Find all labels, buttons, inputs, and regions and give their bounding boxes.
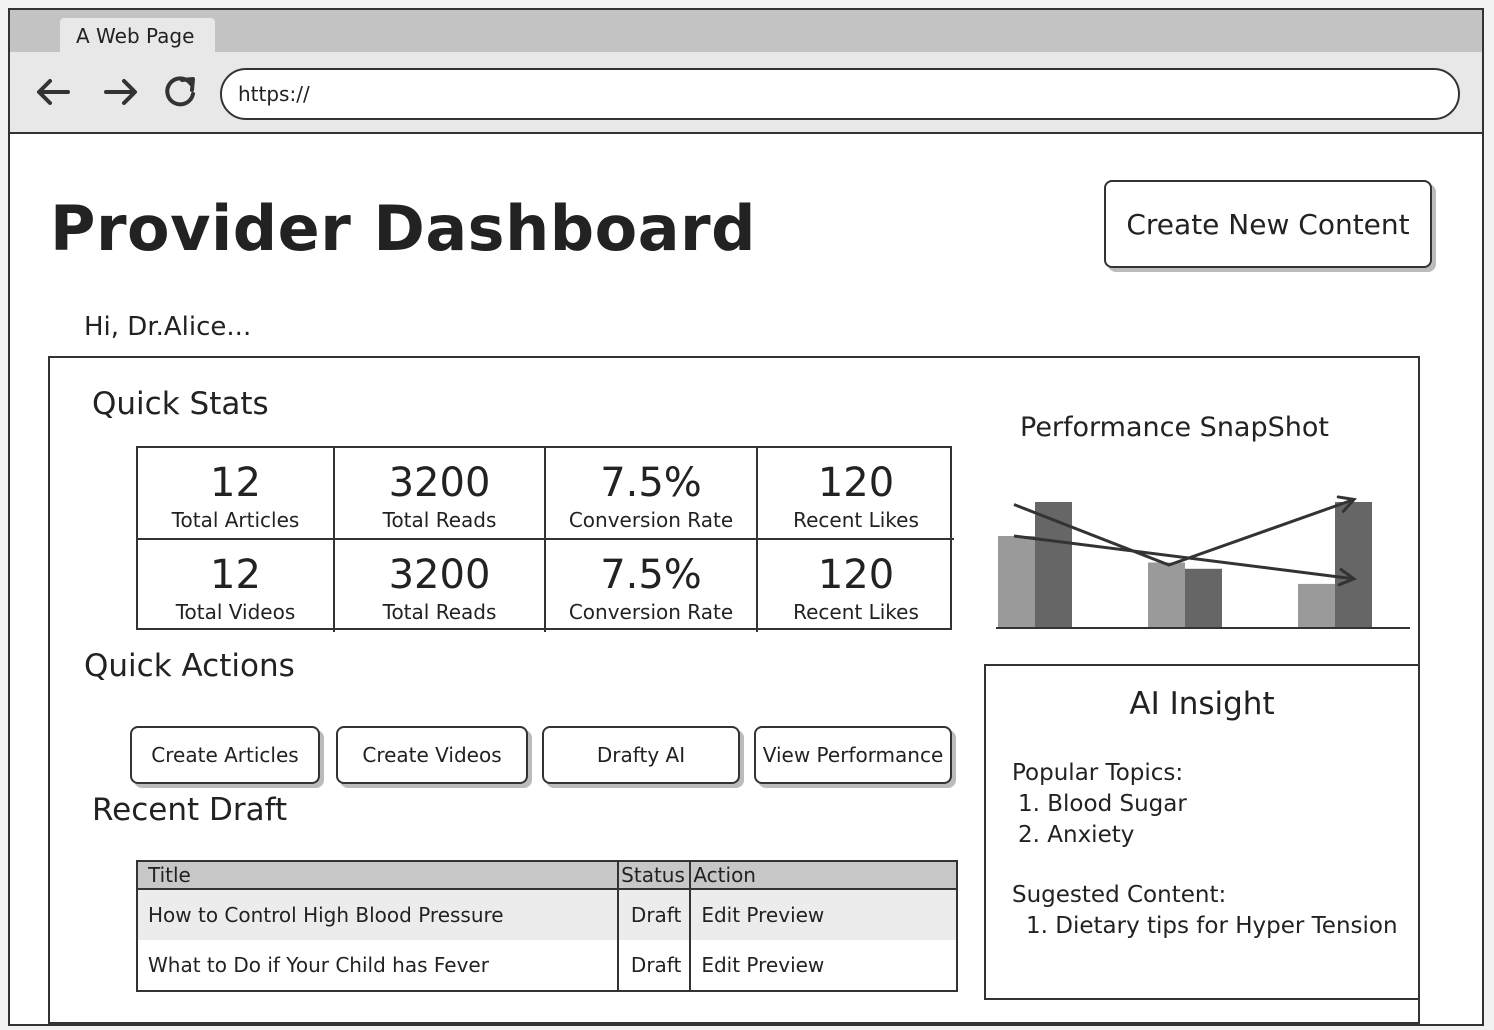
page-title: Provider Dashboard xyxy=(50,192,756,265)
recent-draft-title: Recent Draft xyxy=(92,792,288,828)
action-cell[interactable]: Edit Preview xyxy=(689,889,957,940)
quick-stats-title: Quick Stats xyxy=(92,386,269,422)
stat-cell: 12 Total Videos xyxy=(138,540,335,632)
column-header: Action xyxy=(689,860,958,890)
quick-stats-grid: 12 Total Articles 3200 Total Reads 7.5% Con… xyxy=(136,446,954,632)
stat-value: 12 xyxy=(210,552,261,598)
ai-insight-title: AI Insight xyxy=(1129,686,1275,722)
drafty-ai-button[interactable]: Drafty AI xyxy=(542,726,740,784)
stat-cell: 3200 Total Reads xyxy=(335,540,546,632)
quick-actions-title: Quick Actions xyxy=(84,648,295,684)
stat-cell: 3200 Total Reads xyxy=(335,448,546,540)
stat-label: Total Videos xyxy=(175,600,296,624)
popular-topic-item: 1. Blood Sugar xyxy=(1018,791,1187,817)
stat-value: 7.5% xyxy=(600,460,702,506)
stat-cell: 7.5% Conversion Rate xyxy=(546,540,758,632)
performance-chart xyxy=(996,495,1410,629)
main-panel: Quick Stats 12 Total Articles 3200 Total R… xyxy=(48,356,1420,1024)
stat-cell: 7.5% Conversion Rate xyxy=(546,448,758,540)
chart-bar xyxy=(998,536,1035,628)
status-cell: Draft xyxy=(617,940,691,991)
popular-topic-item: 2. Anxiety xyxy=(1018,822,1135,848)
chart-bar xyxy=(1148,562,1185,628)
stat-cell: 120 Recent Likes xyxy=(758,540,954,632)
draft-title-cell[interactable]: How to Control High Blood Pressure xyxy=(135,889,619,940)
chart-bar xyxy=(1298,583,1335,628)
stat-value: 120 xyxy=(817,460,895,506)
column-header: Title xyxy=(135,860,620,890)
suggested-content-heading: Sugested Content: xyxy=(1012,882,1227,908)
stat-cell: 12 Total Articles xyxy=(138,448,335,540)
create-videos-button[interactable]: Create Videos xyxy=(336,726,528,784)
stat-value: 3200 xyxy=(388,552,491,598)
reload-icon[interactable] xyxy=(158,70,202,114)
back-arrow-icon[interactable] xyxy=(32,70,76,114)
table-row: How to Control High Blood Pressure Draft… xyxy=(135,889,957,940)
create-articles-button[interactable]: Create Articles xyxy=(130,726,320,784)
recent-draft-table: Title Status Action How to Control High … xyxy=(135,860,958,992)
popular-topics-heading: Popular Topics: xyxy=(1012,760,1184,786)
browser-toolbar: https:// xyxy=(10,52,1482,134)
browser-window: A Web Page https:// Provider Dashboard C… xyxy=(8,8,1484,1026)
table-header-row: Title Status Action xyxy=(135,860,958,890)
forward-arrow-icon[interactable] xyxy=(98,70,142,114)
stat-label: Recent Likes xyxy=(793,508,919,532)
create-new-content-button[interactable]: Create New Content xyxy=(1104,180,1432,268)
action-cell[interactable]: Edit Preview xyxy=(689,940,957,991)
status-cell: Draft xyxy=(617,889,691,940)
stat-cell: 120 Recent Likes xyxy=(758,448,954,540)
stat-value: 7.5% xyxy=(600,552,702,598)
stat-label: Total Reads xyxy=(382,508,497,532)
stat-label: Total Reads xyxy=(382,600,497,624)
column-header: Status xyxy=(617,860,692,890)
draft-title-cell[interactable]: What to Do if Your Child has Fever xyxy=(135,940,619,991)
suggested-content-item[interactable]: 1. Dietary tips for Hyper Tension xyxy=(1026,911,1398,942)
stat-label: Conversion Rate xyxy=(568,600,734,624)
stat-label: Total Articles xyxy=(171,508,300,532)
address-bar[interactable]: https:// xyxy=(220,68,1460,120)
stat-value: 3200 xyxy=(388,460,491,506)
stat-value: 120 xyxy=(817,552,895,598)
stat-value: 12 xyxy=(210,460,261,506)
view-performance-button[interactable]: View Performance xyxy=(754,726,952,784)
chart-title: Performance SnapShot xyxy=(1020,412,1329,443)
browser-tab[interactable]: A Web Page xyxy=(60,18,215,54)
greeting-text: Hi, Dr.Alice... xyxy=(84,312,252,342)
stat-label: Recent Likes xyxy=(793,600,919,624)
tab-strip: A Web Page xyxy=(10,10,1482,54)
ai-insight-panel: AI Insight Popular Topics: 1. Blood Suga… xyxy=(984,664,1420,1000)
table-row: What to Do if Your Child has Fever Draft… xyxy=(135,940,957,991)
performance-snapshot: Performance SnapShot xyxy=(980,398,1410,648)
stat-label: Conversion Rate xyxy=(568,508,734,532)
chart-bar xyxy=(1185,568,1222,628)
chart-bar xyxy=(1335,502,1372,628)
